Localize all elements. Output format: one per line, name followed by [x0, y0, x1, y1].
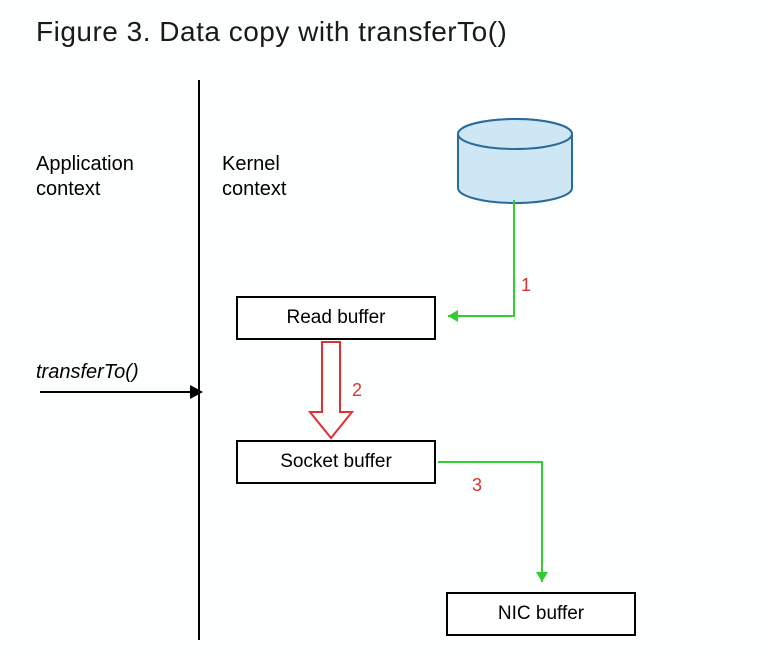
flow-arrow-1 [436, 198, 526, 328]
figure-title: Figure 3. Data copy with transferTo() [0, 0, 771, 48]
disk-icon [456, 118, 574, 194]
kernel-context-label: Kernel context [222, 152, 286, 202]
socket-buffer-text: Socket buffer [280, 451, 392, 473]
flow-arrow-3 [434, 458, 554, 596]
kernel-context-line2: context [222, 177, 286, 202]
transferto-arrow-head [190, 385, 203, 399]
nic-buffer-text: NIC buffer [498, 603, 584, 625]
application-context-label: Application context [36, 152, 134, 202]
kernel-context-line1: Kernel [222, 152, 286, 177]
context-divider [198, 80, 200, 640]
flow-number-2: 2 [352, 380, 362, 401]
read-buffer-box: Read buffer [236, 296, 436, 340]
transferto-label: transferTo() [36, 360, 139, 385]
flow-number-3: 3 [472, 475, 482, 496]
app-context-line2: context [36, 177, 134, 202]
flow-number-1: 1 [521, 275, 531, 296]
nic-buffer-box: NIC buffer [446, 592, 636, 636]
app-context-line1: Application [36, 152, 134, 177]
socket-buffer-box: Socket buffer [236, 440, 436, 484]
diagram-area: Application context Kernel context trans… [36, 80, 736, 640]
flow-arrow-2 [306, 340, 356, 442]
transferto-arrow-line [40, 391, 194, 393]
read-buffer-text: Read buffer [287, 307, 386, 329]
